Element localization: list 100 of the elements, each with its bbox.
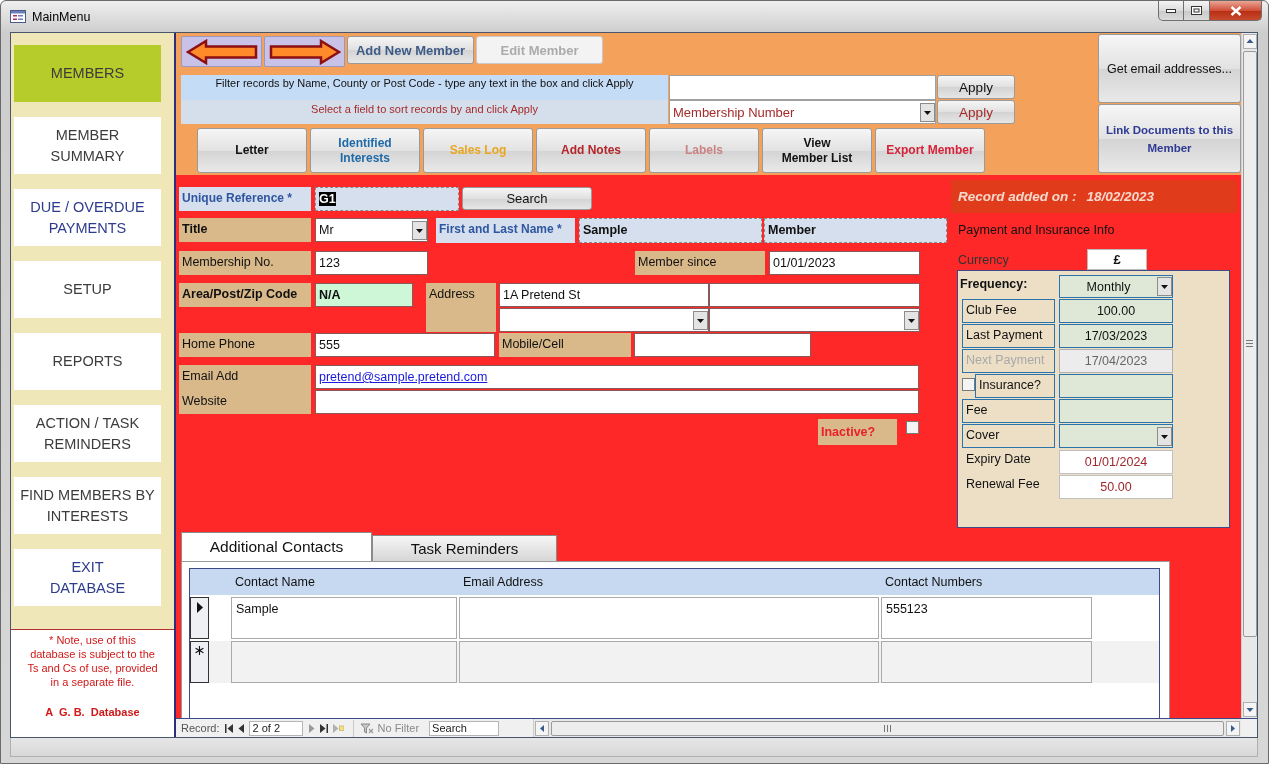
command-button[interactable]: Link Documents to this Member [1098, 104, 1241, 173]
field-label: Frequency: [960, 276, 1029, 291]
text-field[interactable] [634, 333, 811, 357]
toolbar-button[interactable]: Add Notes [536, 128, 646, 173]
right-arrow-icon [268, 38, 341, 65]
checkbox[interactable] [962, 378, 975, 391]
text-field[interactable]: N/A [315, 283, 413, 307]
record-added-label: Record added on : [958, 189, 1077, 204]
sort-dropdown[interactable]: Membership Number [669, 100, 936, 124]
scroll-up-icon[interactable] [1242, 34, 1257, 49]
text-field[interactable]: 1A Pretend St [499, 283, 709, 307]
currency-field[interactable]: £ [1087, 249, 1147, 270]
caret-icon[interactable] [412, 220, 427, 240]
text-field[interactable] [315, 390, 919, 414]
value-field[interactable] [1059, 399, 1173, 423]
toolbar-button[interactable]: View Member List [762, 128, 872, 173]
text-field[interactable]: Member [764, 218, 947, 243]
tab[interactable]: Additional Contacts [181, 532, 372, 561]
column-header: Contact Name [234, 575, 316, 589]
text-field[interactable]: 01/01/2023 [769, 251, 920, 275]
toolbar-button[interactable]: Export Member [875, 128, 985, 173]
dropdown-field[interactable]: Mr [315, 218, 428, 242]
value-field[interactable] [1059, 374, 1173, 398]
field-label: Website [182, 393, 227, 409]
text-field[interactable]: Sample [579, 218, 762, 243]
apply-button[interactable]: Apply [937, 100, 1015, 124]
command-button[interactable]: Get email addresses... [1098, 34, 1241, 103]
scroll-thumb[interactable] [551, 720, 1224, 736]
field-label: Home Phone [179, 333, 311, 357]
dropdown-field[interactable] [1059, 424, 1173, 448]
text-field[interactable]: 555 [315, 333, 495, 357]
column-header: Email Address [462, 575, 544, 589]
field-label: Email Add [182, 368, 239, 384]
maximize-icon [1191, 6, 1202, 15]
dropdown-field[interactable] [499, 308, 709, 332]
left-triangle-icon[interactable] [237, 723, 244, 733]
asterisk-icon [195, 646, 204, 655]
frequency-dropdown[interactable]: Monthly [1059, 275, 1173, 298]
close-button[interactable] [1210, 1, 1262, 21]
search-field[interactable]: Search [429, 720, 500, 736]
caret-icon[interactable] [693, 310, 708, 330]
field-label: Club Fee [962, 299, 1055, 323]
header-button[interactable]: Add New Member [347, 36, 474, 64]
value-field[interactable]: 50.00 [1059, 475, 1173, 499]
sidebar-button[interactable]: MEMBER SUMMARY [14, 117, 161, 174]
text-field[interactable]: pretend@sample.pretend.com [315, 365, 919, 389]
sidebar-button[interactable]: EXIT DATABASE [14, 549, 161, 606]
field-label: Unique Reference * [179, 187, 311, 211]
column-header: Contact Numbers [884, 575, 984, 589]
field-label: Title [179, 218, 311, 242]
toolbar-button[interactable]: Letter [197, 128, 307, 173]
close-icon [1229, 5, 1242, 16]
next-button[interactable] [264, 36, 345, 67]
previous-button[interactable] [181, 36, 262, 67]
record-position-field[interactable]: 2 of 2 [248, 720, 303, 736]
field-label: Insurance? [975, 374, 1055, 398]
sidebar-button[interactable]: SETUP [14, 261, 161, 318]
scroll-down-icon[interactable] [1242, 702, 1257, 717]
text-field[interactable]: G1 [315, 187, 459, 211]
filter-field[interactable] [669, 75, 936, 100]
toolbar-button[interactable]: Identified Interests [310, 128, 420, 173]
value-field[interactable]: 17/03/2023 [1059, 324, 1173, 348]
search-button[interactable]: Search [462, 187, 592, 210]
value-field[interactable]: 01/01/2024 [1059, 450, 1173, 474]
text-field[interactable] [709, 283, 920, 307]
value-field[interactable]: 100.00 [1059, 299, 1173, 323]
apply-button[interactable]: Apply [937, 75, 1015, 99]
field-label: Mobile/Cell [499, 333, 631, 357]
scroll-left-icon[interactable] [535, 720, 549, 736]
record-added-date: 18/02/2023 [1086, 189, 1155, 204]
field-label: Last Payment [962, 324, 1055, 348]
field-label: Member since [635, 251, 765, 275]
sidebar-button[interactable]: ACTION / TASK REMINDERS [14, 405, 161, 462]
minimize-button[interactable] [1158, 1, 1184, 21]
email-link[interactable]: pretend@sample.pretend.com [319, 370, 488, 384]
skip-start-icon[interactable] [224, 723, 233, 733]
section-heading: Payment and Insurance Info [958, 222, 1116, 238]
caret-icon[interactable] [904, 310, 919, 330]
sidebar-button[interactable]: REPORTS [14, 333, 161, 390]
caret-icon[interactable] [1157, 277, 1172, 296]
row-selector[interactable] [190, 641, 209, 683]
caret-icon[interactable] [1157, 426, 1172, 446]
minimize-icon [1166, 8, 1176, 13]
window-title: MainMenu [32, 10, 91, 24]
sidebar-button[interactable]: DUE / OVERDUE PAYMENTS [14, 189, 161, 246]
form-icon [10, 10, 26, 23]
caret-icon[interactable] [920, 102, 935, 122]
field-label: Expiry Date [965, 451, 1032, 466]
scroll-right-icon[interactable] [1226, 720, 1240, 736]
checkbox[interactable] [906, 421, 919, 434]
field-label: Next Payment [962, 349, 1055, 373]
text-field[interactable]: 123 [315, 251, 428, 275]
maximize-button[interactable] [1184, 1, 1210, 21]
skip-end-icon[interactable] [319, 723, 328, 733]
scroll-thumb[interactable] [1242, 51, 1257, 637]
sidebar-button[interactable]: FIND MEMBERS BY INTERESTS [14, 477, 161, 534]
row-selector[interactable] [190, 597, 209, 639]
sidebar-button[interactable]: MEMBERS [14, 45, 161, 102]
tab[interactable]: Task Reminders [372, 535, 557, 561]
dropdown-field[interactable] [709, 308, 920, 332]
